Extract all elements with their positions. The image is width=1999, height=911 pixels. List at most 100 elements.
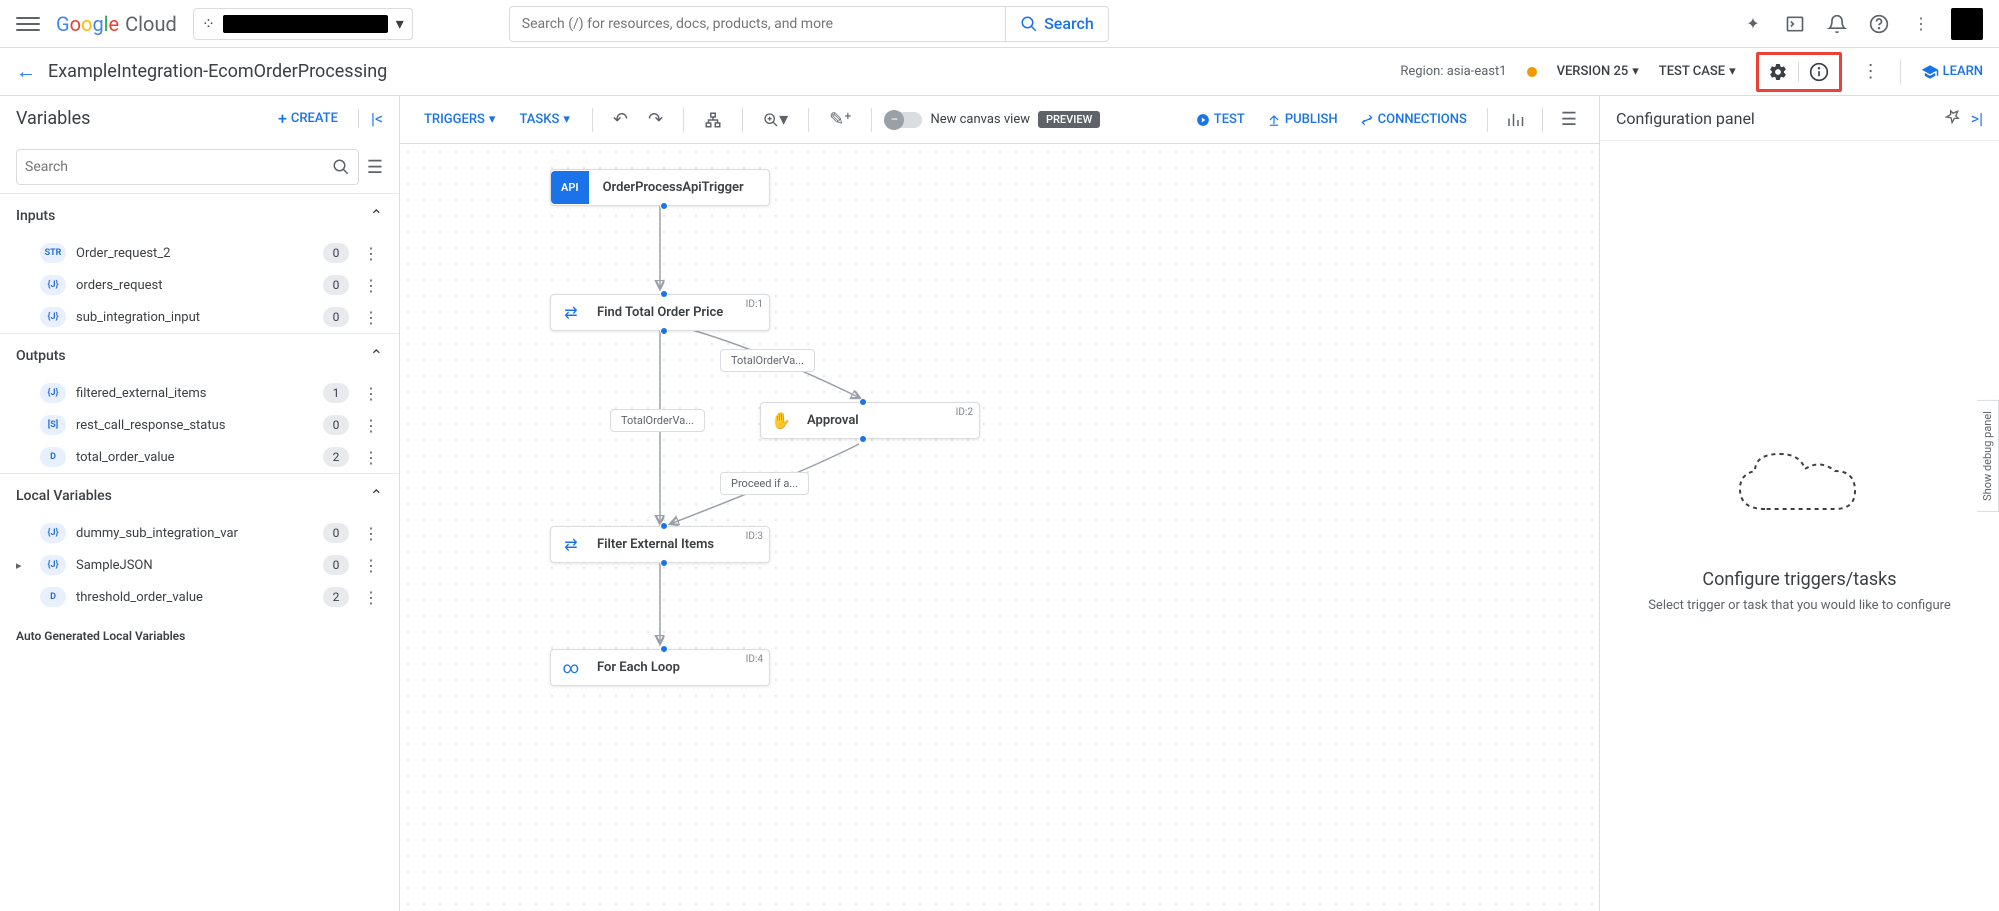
edge-label[interactable]: TotalOrderVa... xyxy=(720,349,815,372)
list-icon[interactable]: ☰ xyxy=(1555,103,1583,136)
var-menu-icon[interactable]: ⋮ xyxy=(359,416,383,435)
var-menu-icon[interactable]: ⋮ xyxy=(359,384,383,403)
zoom-dropdown[interactable]: ▾ xyxy=(757,103,794,136)
avatar[interactable] xyxy=(1951,8,1983,40)
variable-row[interactable]: [S]rest_call_response_status0⋮ xyxy=(0,409,399,441)
var-name: filtered_external_items xyxy=(76,386,313,401)
variable-row[interactable]: STROrder_request_20⋮ xyxy=(0,237,399,269)
search-input[interactable] xyxy=(510,16,1005,32)
hamburger-menu-icon[interactable] xyxy=(16,12,40,36)
var-menu-icon[interactable]: ⋮ xyxy=(359,588,383,607)
canvas-view-toggle[interactable] xyxy=(886,112,922,128)
variable-row[interactable]: ▸ {J} SampleJSON 0 ⋮ xyxy=(0,549,399,581)
node-foreach[interactable]: ID:4 ∞ For Each Loop xyxy=(550,649,770,686)
settings-button[interactable] xyxy=(1759,62,1799,82)
global-search: Search xyxy=(509,6,1109,42)
learn-button[interactable]: LEARN xyxy=(1921,63,1983,81)
section-locals[interactable]: Local Variables ⌃ xyxy=(0,474,399,517)
publish-icon xyxy=(1267,113,1281,127)
magic-wand-icon[interactable]: ✎⁺ xyxy=(823,103,857,136)
highlighted-actions xyxy=(1756,52,1842,92)
sub-header: ← ExampleIntegration-EcomOrderProcessing… xyxy=(0,48,1999,96)
node-trigger[interactable]: API OrderProcessApiTrigger xyxy=(550,169,770,206)
sidebar-title: Variables xyxy=(16,108,270,129)
var-type-badge: {J} xyxy=(40,555,66,575)
section-inputs[interactable]: Inputs ⌃ xyxy=(0,194,399,237)
section-auto-gen: Auto Generated Local Variables xyxy=(0,613,399,651)
project-selector[interactable]: ⁘ ▾ xyxy=(193,8,413,40)
edge-label[interactable]: TotalOrderVa... xyxy=(610,409,705,432)
var-type-badge: [S] xyxy=(40,415,66,435)
loop-icon: ∞ xyxy=(551,658,583,677)
var-count-badge: 0 xyxy=(323,243,349,263)
new-canvas-label: New canvas view xyxy=(930,112,1030,127)
search-button[interactable]: Search xyxy=(1005,7,1108,41)
node-approval[interactable]: ID:2 ✋ Approval xyxy=(760,402,980,439)
section-outputs[interactable]: Outputs ⌃ xyxy=(0,334,399,377)
more-button[interactable]: ⋮ xyxy=(1862,61,1880,82)
info-button[interactable] xyxy=(1799,62,1839,82)
back-button[interactable]: ← xyxy=(16,59,36,84)
publish-button[interactable]: PUBLISH xyxy=(1259,106,1346,133)
var-count-badge: 0 xyxy=(323,555,349,575)
var-menu-icon[interactable]: ⋮ xyxy=(359,448,383,467)
region-label: Region: asia-east1 xyxy=(1400,64,1506,79)
tasks-dropdown[interactable]: TASKS ▾ xyxy=(511,106,577,133)
node-find-total[interactable]: ID:1 ⇄ Find Total Order Price xyxy=(550,294,770,331)
gemini-icon[interactable]: ✦ xyxy=(1741,12,1765,36)
var-type-badge: {J} xyxy=(40,383,66,403)
variable-row[interactable]: Dthreshold_order_value2⋮ xyxy=(0,581,399,613)
variable-row[interactable]: {J}filtered_external_items1⋮ xyxy=(0,377,399,409)
var-name: orders_request xyxy=(76,278,313,293)
show-debug-panel[interactable]: Show debug panel xyxy=(1977,400,1999,512)
var-menu-icon[interactable]: ⋮ xyxy=(359,308,383,327)
var-menu-icon[interactable]: ⋮ xyxy=(359,556,383,575)
connections-icon xyxy=(1360,113,1374,127)
variable-row[interactable]: {J}sub_integration_input0⋮ xyxy=(0,301,399,333)
expand-caret-icon: ▸ xyxy=(16,559,30,572)
var-menu-icon[interactable]: ⋮ xyxy=(359,244,383,263)
var-type-badge: {J} xyxy=(40,307,66,327)
variable-row[interactable]: Dtotal_order_value2⋮ xyxy=(0,441,399,473)
more-icon[interactable]: ⋮ xyxy=(1909,12,1933,36)
edge-label[interactable]: Proceed if a... xyxy=(720,472,809,495)
testcase-dropdown[interactable]: TEST CASE ▾ xyxy=(1659,64,1736,79)
filter-icon[interactable]: ☰ xyxy=(367,157,383,178)
var-menu-icon[interactable]: ⋮ xyxy=(359,276,383,295)
notifications-icon[interactable] xyxy=(1825,12,1849,36)
node-filter[interactable]: ID:3 ⇄ Filter External Items xyxy=(550,526,770,563)
var-menu-icon[interactable]: ⋮ xyxy=(359,524,383,543)
search-icon xyxy=(1020,15,1038,33)
var-name: sub_integration_input xyxy=(76,310,313,325)
analytics-icon[interactable] xyxy=(1500,105,1530,135)
chevron-up-icon: ⌃ xyxy=(370,346,383,365)
test-button[interactable]: TEST xyxy=(1188,106,1253,133)
cloud-shell-icon[interactable] xyxy=(1783,12,1807,36)
config-empty-title: Configure triggers/tasks xyxy=(1702,569,1896,590)
variables-search-input[interactable] xyxy=(25,159,332,175)
expand-panel-icon[interactable]: >| xyxy=(1971,109,1983,128)
help-icon[interactable] xyxy=(1867,12,1891,36)
version-dropdown[interactable]: VERSION 25 ▾ xyxy=(1557,64,1639,79)
triggers-dropdown[interactable]: TRIGGERS ▾ xyxy=(416,106,503,133)
dropdown-icon: ▾ xyxy=(396,14,404,33)
layout-icon[interactable] xyxy=(698,105,728,135)
top-header: Google Cloud ⁘ ▾ Search ✦ ⋮ xyxy=(0,0,1999,48)
var-type-badge: D xyxy=(40,447,66,467)
variable-row[interactable]: {J}orders_request0⋮ xyxy=(0,269,399,301)
variables-sidebar: Variables + CREATE |< ☰ Inputs ⌃ STROrde… xyxy=(0,96,400,911)
dropdown-icon: ▾ xyxy=(1632,64,1639,79)
create-button[interactable]: + CREATE xyxy=(278,109,338,128)
connections-button[interactable]: CONNECTIONS xyxy=(1352,106,1475,133)
undo-icon[interactable]: ↶ xyxy=(607,103,634,136)
variable-row[interactable]: {J}dummy_sub_integration_var0⋮ xyxy=(0,517,399,549)
pin-icon[interactable] xyxy=(1945,108,1961,128)
collapse-sidebar-icon[interactable]: |< xyxy=(358,109,383,128)
canvas[interactable]: API OrderProcessApiTrigger ID:1 ⇄ Find T… xyxy=(400,144,1599,911)
gcloud-logo[interactable]: Google Cloud xyxy=(56,12,177,36)
canvas-toolbar: TRIGGERS ▾ TASKS ▾ ↶ ↷ ▾ ✎⁺ New canvas v… xyxy=(400,96,1599,144)
var-name: SampleJSON xyxy=(76,558,313,573)
var-name: rest_call_response_status xyxy=(76,418,313,433)
status-dot-icon xyxy=(1527,67,1537,77)
redo-icon[interactable]: ↷ xyxy=(642,103,669,136)
